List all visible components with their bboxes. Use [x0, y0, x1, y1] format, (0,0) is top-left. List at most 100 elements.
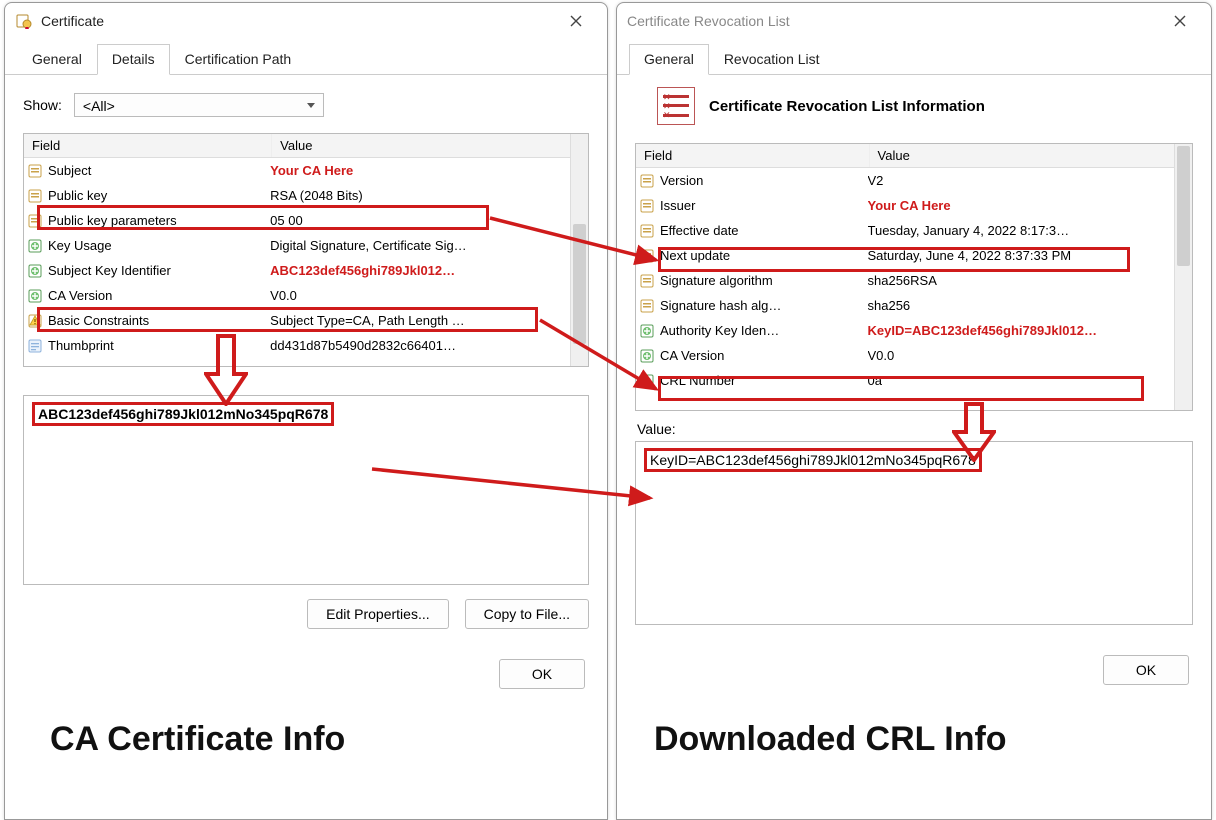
scroll-thumb[interactable]	[573, 224, 586, 344]
row-icon	[638, 372, 656, 390]
cert-lv-header: Field Value	[24, 134, 588, 158]
row-icon	[26, 337, 44, 355]
row-icon	[638, 197, 656, 215]
crl-row[interactable]: Signature hash alg…sha256	[636, 293, 1192, 318]
tab-crl-revlist[interactable]: Revocation List	[709, 44, 835, 75]
hl-cert-subject	[37, 205, 489, 230]
crl-row[interactable]: Effective dateTuesday, January 4, 2022 8…	[636, 218, 1192, 243]
hl-cert-ski	[37, 307, 538, 332]
crl-lv-header: Field Value	[636, 144, 1192, 168]
crl-row[interactable]: VersionV2	[636, 168, 1192, 193]
hl-crl-aki	[658, 376, 1144, 401]
cert-row[interactable]: CA VersionV0.0	[24, 283, 588, 308]
cert-scrollbar[interactable]	[570, 134, 588, 366]
tab-crl-general[interactable]: General	[629, 44, 709, 75]
crl-list-icon: ✕ ✕ ✕	[657, 87, 695, 125]
copy-to-file-button[interactable]: Copy to File...	[465, 599, 589, 629]
cert-detail-value: ABC123def456ghi789Jkl012mNo345pqR678	[32, 402, 334, 426]
cert-row[interactable]: Key UsageDigital Signature, Certificate …	[24, 233, 588, 258]
row-icon	[26, 237, 44, 255]
certificate-title: Certificate	[41, 13, 104, 29]
row-value: V2	[868, 173, 1192, 188]
tab-details[interactable]: Details	[97, 44, 170, 75]
row-value: Your CA Here	[868, 198, 1192, 213]
col-value[interactable]: Value	[272, 134, 588, 157]
row-value: sha256RSA	[868, 273, 1192, 288]
col-value[interactable]: Value	[870, 144, 1192, 167]
label-left: CA Certificate Info	[50, 720, 345, 759]
row-value: dd431d87b5490d2832c66401…	[270, 338, 588, 353]
row-icon	[26, 162, 44, 180]
crl-row[interactable]: Authority Key Iden…KeyID=ABC123def456ghi…	[636, 318, 1192, 343]
row-field: Subject	[48, 163, 270, 178]
crl-titlebar: Certificate Revocation List	[617, 3, 1211, 43]
row-field: Subject Key Identifier	[48, 263, 270, 278]
row-value: ABC123def456ghi789Jkl012…	[270, 263, 588, 278]
crl-heading: ✕ ✕ ✕ Certificate Revocation List Inform…	[635, 83, 1193, 143]
row-icon	[638, 247, 656, 265]
row-icon	[26, 187, 44, 205]
crl-listview[interactable]: Field Value VersionV2IssuerYour CA HereE…	[635, 143, 1193, 411]
col-field[interactable]: Field	[24, 134, 272, 157]
row-icon	[638, 272, 656, 290]
arrow-down-right	[952, 402, 996, 462]
row-icon	[26, 262, 44, 280]
row-value: V0.0	[270, 288, 588, 303]
certificate-close-button[interactable]	[555, 7, 597, 35]
crl-row[interactable]: IssuerYour CA Here	[636, 193, 1192, 218]
row-value: Digital Signature, Certificate Sig…	[270, 238, 588, 253]
cert-row[interactable]: Thumbprintdd431d87b5490d2832c66401…	[24, 333, 588, 358]
crl-title: Certificate Revocation List	[627, 13, 790, 29]
edit-properties-button[interactable]: Edit Properties...	[307, 599, 449, 629]
row-field: Effective date	[660, 223, 868, 238]
crl-heading-text: Certificate Revocation List Information	[709, 98, 985, 115]
crl-ok-button[interactable]: OK	[1103, 655, 1189, 685]
row-icon	[26, 287, 44, 305]
row-field: Key Usage	[48, 238, 270, 253]
certificate-window: Certificate General Details Certificatio…	[4, 2, 608, 820]
row-field: Authority Key Iden…	[660, 323, 868, 338]
label-right: Downloaded CRL Info	[654, 720, 1007, 759]
crl-scrollbar[interactable]	[1174, 144, 1192, 410]
row-field: Signature hash alg…	[660, 298, 868, 313]
crl-detail-pane: KeyID=ABC123def456ghi789Jkl012mNo345pqR6…	[635, 441, 1193, 625]
row-value: sha256	[868, 298, 1192, 313]
tab-certpath[interactable]: Certification Path	[170, 44, 307, 75]
row-value: V0.0	[868, 348, 1192, 363]
row-icon	[638, 322, 656, 340]
row-icon	[638, 172, 656, 190]
row-icon	[638, 347, 656, 365]
arrow-down-left	[204, 334, 248, 406]
row-icon	[638, 222, 656, 240]
cert-row[interactable]: Subject Key IdentifierABC123def456ghi789…	[24, 258, 588, 283]
col-field[interactable]: Field	[636, 144, 870, 167]
crl-value-label: Value:	[637, 421, 1193, 437]
show-label: Show:	[23, 97, 62, 113]
row-value: KeyID=ABC123def456ghi789Jkl012…	[868, 323, 1192, 338]
certificate-icon	[15, 12, 33, 30]
crl-close-button[interactable]	[1159, 7, 1201, 35]
cert-detail-pane: ABC123def456ghi789Jkl012mNo345pqR678	[23, 395, 589, 585]
row-field: Version	[660, 173, 868, 188]
tab-general[interactable]: General	[17, 44, 97, 75]
scroll-thumb[interactable]	[1177, 146, 1190, 266]
row-value: Your CA Here	[270, 163, 588, 178]
show-select[interactable]: <All>	[74, 93, 324, 117]
cert-ok-button[interactable]: OK	[499, 659, 585, 689]
certificate-tabs: General Details Certification Path	[5, 43, 607, 75]
row-field: CA Version	[48, 288, 270, 303]
certificate-titlebar: Certificate	[5, 3, 607, 43]
row-field: CA Version	[660, 348, 868, 363]
row-value: RSA (2048 Bits)	[270, 188, 588, 203]
cert-row[interactable]: SubjectYour CA Here	[24, 158, 588, 183]
crl-detail-value: KeyID=ABC123def456ghi789Jkl012mNo345pqR6…	[644, 448, 982, 472]
row-field: Issuer	[660, 198, 868, 213]
row-field: Public key	[48, 188, 270, 203]
row-field: Signature algorithm	[660, 273, 868, 288]
hl-crl-issuer	[658, 247, 1130, 272]
crl-window: Certificate Revocation List General Revo…	[616, 2, 1212, 820]
crl-tabs: General Revocation List	[617, 43, 1211, 75]
row-value: Tuesday, January 4, 2022 8:17:3…	[868, 223, 1192, 238]
row-icon	[638, 297, 656, 315]
crl-row[interactable]: CA VersionV0.0	[636, 343, 1192, 368]
